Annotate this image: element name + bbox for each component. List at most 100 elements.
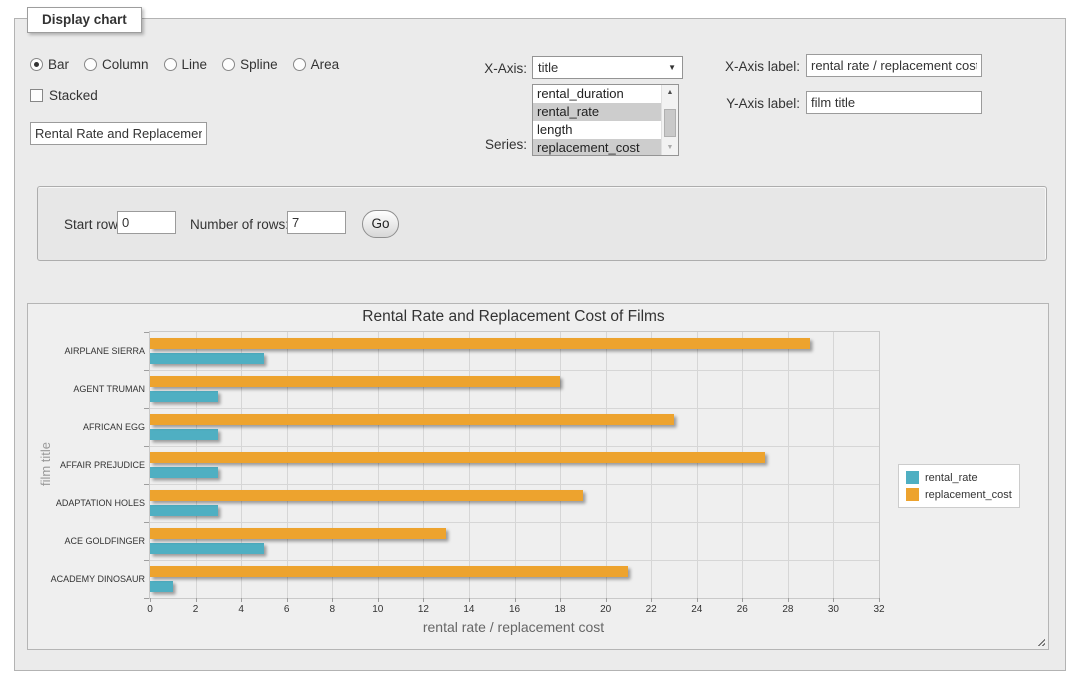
bar-rental_rate [150,505,218,516]
gridline [469,332,470,598]
fieldset-legend: Display chart [27,7,142,33]
bar-replacement_cost [150,338,810,349]
bar-replacement_cost [150,414,674,425]
bar-replacement_cost [150,566,628,577]
bar-replacement_cost [150,490,583,501]
go-button[interactable]: Go [362,210,399,238]
axis-tick [144,598,149,599]
axis-tick [879,598,880,602]
resize-handle-icon[interactable] [1035,636,1045,646]
axis-tick [144,446,149,447]
category-label: AGENT TRUMAN [35,384,145,394]
chart-legend: rental_ratereplacement_cost [898,464,1020,508]
gridline [651,332,652,598]
gridline [560,332,561,598]
chart-panel: Rental Rate and Replacement Cost of Film… [27,303,1049,650]
x-axis-select[interactable]: title ▼ [532,56,683,79]
series-field-label: Series: [440,137,527,152]
radio-icon[interactable] [30,58,43,71]
radio-icon[interactable] [293,58,306,71]
axis-tick [144,522,149,523]
chart-type-label: Area [311,57,340,72]
x-tick-label: 22 [636,604,666,615]
axis-tick [423,598,424,602]
number-of-rows-input[interactable] [287,211,346,234]
chart-type-label: Bar [48,57,69,72]
axis-tick [651,598,652,602]
series-option-rental_duration[interactable]: rental_duration [533,85,678,103]
axis-tick [196,598,197,602]
axis-tick [378,598,379,602]
radio-icon[interactable] [222,58,235,71]
axis-tick [560,598,561,602]
axis-tick [241,598,242,602]
series-option-replacement_cost[interactable]: replacement_cost [533,139,678,156]
bar-replacement_cost [150,528,446,539]
radio-icon[interactable] [84,58,97,71]
number-of-rows-label: Number of rows: [190,217,289,232]
radio-icon[interactable] [164,58,177,71]
x-tick-label: 4 [226,604,256,615]
chevron-down-icon: ▼ [668,57,676,78]
chart-type-area[interactable]: Area [293,57,340,72]
x-axis-label-input[interactable] [806,54,982,77]
x-axis-label-field-label: X-Axis label: [710,59,800,74]
category-label: AIRPLANE SIERRA [35,346,145,356]
bar-rental_rate [150,543,264,554]
axis-tick [144,560,149,561]
checkbox-icon[interactable] [30,89,43,102]
gridline [378,332,379,598]
chart-type-options: Bar Column Line Spline Area [30,57,339,72]
axis-tick [788,598,789,602]
axis-tick [332,598,333,602]
chart-type-spline[interactable]: Spline [222,57,278,72]
gridline [150,408,879,409]
series-select[interactable]: rental_durationrental_ratelengthreplacem… [532,84,679,156]
x-axis-selected-value: title [538,60,558,75]
gridline [287,332,288,598]
axis-tick [742,598,743,602]
series-option-rental_rate[interactable]: rental_rate [533,103,678,121]
gridline [423,332,424,598]
chart-title-input[interactable] [30,122,207,145]
series-scrollbar[interactable]: ▲ ▼ [661,85,678,155]
axis-tick [469,598,470,602]
bar-rental_rate [150,353,264,364]
y-axis-label-input[interactable] [806,91,982,114]
scrollbar-thumb[interactable] [664,109,676,137]
x-tick-label: 14 [454,604,484,615]
series-options: rental_durationrental_ratelengthreplacem… [533,85,678,156]
chart-title: Rental Rate and Replacement Cost of Film… [149,308,878,326]
start-row-input[interactable] [117,211,176,234]
chart-type-column[interactable]: Column [84,57,149,72]
x-tick-label: 8 [317,604,347,615]
legend-swatch [906,488,919,501]
x-tick-label: 18 [545,604,575,615]
gridline [150,522,879,523]
x-tick-label: 2 [181,604,211,615]
x-tick-label: 0 [135,604,165,615]
series-option-length[interactable]: length [533,121,678,139]
x-tick-label: 16 [500,604,530,615]
gridline [742,332,743,598]
y-axis-label-field-label: Y-Axis label: [710,96,800,111]
gridline [515,332,516,598]
category-label: ACE GOLDFINGER [35,536,145,546]
bar-replacement_cost [150,376,560,387]
start-row-label: Start row: [64,217,122,232]
chart-type-label: Line [182,57,208,72]
chart-type-bar[interactable]: Bar [30,57,69,72]
scroll-up-icon[interactable]: ▲ [662,85,678,100]
x-tick-label: 6 [272,604,302,615]
y-axis-title: film title [38,424,54,504]
axis-tick [515,598,516,602]
x-tick-label: 12 [408,604,438,615]
gridline [150,560,879,561]
chart-type-line[interactable]: Line [164,57,208,72]
scroll-down-icon[interactable]: ▼ [662,140,678,155]
page: Display chart Bar Column Line Spline Area St… [0,0,1081,681]
gridline [697,332,698,598]
gridline [332,332,333,598]
stacked-checkbox[interactable]: Stacked [30,88,98,103]
stacked-label: Stacked [49,88,98,103]
